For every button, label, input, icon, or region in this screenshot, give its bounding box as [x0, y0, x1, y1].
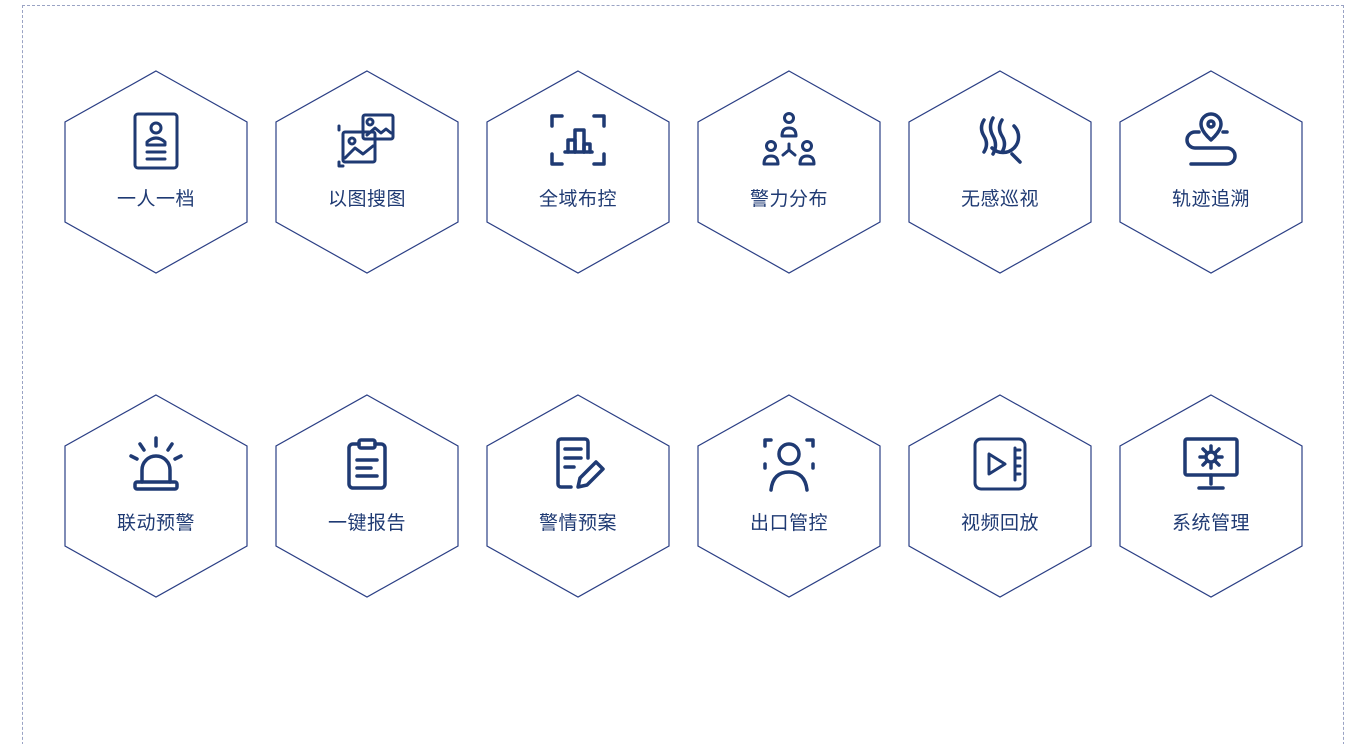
scan-building-icon	[548, 110, 608, 170]
module-label: 出口管控	[749, 512, 828, 534]
route-pin-icon	[1181, 110, 1241, 170]
hexagon-border	[275, 394, 459, 598]
alarm-light-icon	[126, 434, 186, 494]
clipboard-icon	[337, 434, 397, 494]
wave-search-icon	[970, 110, 1030, 170]
id-card-icon	[126, 110, 186, 170]
hexagon-border	[908, 394, 1092, 598]
module-deploy[interactable]: 全域布控	[486, 70, 670, 274]
module-label: 无感巡视	[960, 188, 1039, 210]
hexagon-border	[1119, 70, 1303, 274]
module-report[interactable]: 一键报告	[275, 394, 459, 598]
module-alert[interactable]: 联动预警	[64, 394, 248, 598]
module-label: 联动预警	[116, 512, 195, 534]
hexagon-border	[486, 70, 670, 274]
hexagon-border	[64, 70, 248, 274]
module-profile[interactable]: 一人一档	[64, 70, 248, 274]
video-play-icon	[970, 434, 1030, 494]
people-network-icon	[759, 110, 819, 170]
hexagon-border	[908, 70, 1092, 274]
module-playback[interactable]: 视频回放	[908, 394, 1092, 598]
module-label: 一人一档	[116, 188, 195, 210]
hexagon-border	[697, 70, 881, 274]
module-label: 视频回放	[960, 512, 1039, 534]
module-label: 以图搜图	[327, 188, 406, 210]
module-label: 系统管理	[1171, 512, 1250, 534]
image-search-icon	[337, 110, 397, 170]
module-patrol[interactable]: 无感巡视	[908, 70, 1092, 274]
face-scan-icon	[759, 434, 819, 494]
module-system[interactable]: 系统管理	[1119, 394, 1303, 598]
document-edit-icon	[548, 434, 608, 494]
hexagon-border	[1119, 394, 1303, 598]
module-label: 一键报告	[327, 512, 406, 534]
hexagon-border	[64, 394, 248, 598]
module-plan[interactable]: 警情预案	[486, 394, 670, 598]
module-track[interactable]: 轨迹追溯	[1119, 70, 1303, 274]
module-label: 全域布控	[538, 188, 617, 210]
module-image-search[interactable]: 以图搜图	[275, 70, 459, 274]
module-label: 警情预案	[538, 512, 617, 534]
hexagon-border	[486, 394, 670, 598]
module-police-dist[interactable]: 警力分布	[697, 70, 881, 274]
hexagon-border	[275, 70, 459, 274]
module-label: 警力分布	[749, 188, 828, 210]
module-label: 轨迹追溯	[1171, 188, 1250, 210]
monitor-gear-icon	[1181, 434, 1241, 494]
hexagon-border	[697, 394, 881, 598]
module-exit[interactable]: 出口管控	[697, 394, 881, 598]
